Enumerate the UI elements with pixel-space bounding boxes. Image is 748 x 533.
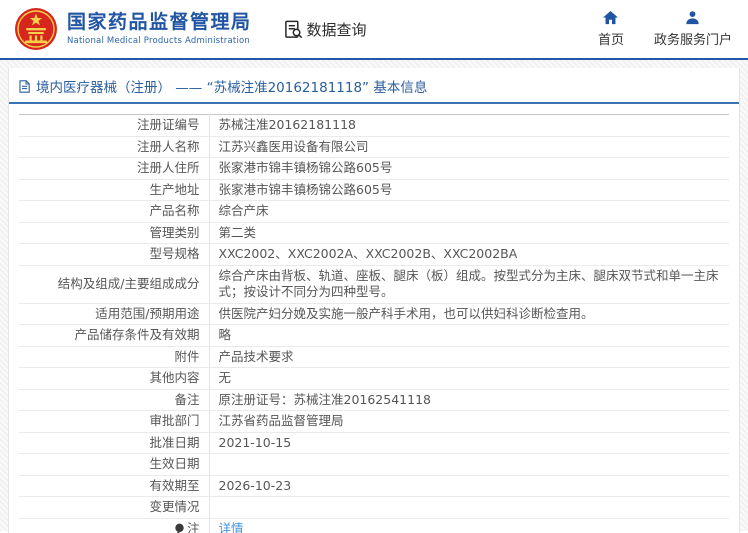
table-row: 注册证编号 苏械注准20162181118 bbox=[19, 114, 729, 137]
info-table-body: 注册证编号 苏械注准20162181118 注册人名称 江苏兴鑫医用设备有限公司… bbox=[19, 114, 729, 533]
row-value: 供医院产妇分娩及实施一般产科手术用，也可以供妇科诊断检查用。 bbox=[209, 303, 729, 325]
table-row: 附件 产品技术要求 bbox=[19, 346, 729, 368]
table-row: 生效日期 bbox=[19, 453, 729, 476]
row-value: 原注册证号：苏械注准20162541118 bbox=[209, 389, 729, 411]
header-nav: 首页 政务服务门户 bbox=[598, 10, 736, 48]
table-row: 适用范围/预期用途 供医院产妇分娩及实施一般产科手术用，也可以供妇科诊断检查用。 bbox=[19, 303, 729, 325]
row-value: 综合产床 bbox=[209, 200, 729, 223]
row-value: 无 bbox=[209, 367, 729, 390]
national-emblem-icon bbox=[15, 8, 57, 50]
row-label: 产品储存条件及有效期 bbox=[19, 324, 210, 347]
agency-name-en: National Medical Products Administration bbox=[67, 35, 250, 46]
row-value bbox=[209, 496, 729, 519]
search-document-icon bbox=[284, 20, 302, 38]
detail-panel: 境内医疗器械（注册） —— “苏械注准20162181118” 基本信息 注册证… bbox=[8, 68, 740, 533]
row-value: 2026-10-23 bbox=[209, 475, 729, 497]
nav-item-home[interactable]: 首页 bbox=[598, 10, 624, 48]
table-row: 产品储存条件及有效期 略 bbox=[19, 324, 729, 347]
table-row: 备注 原注册证号：苏械注准20162541118 bbox=[19, 389, 729, 411]
row-label: 管理类别 bbox=[19, 222, 210, 244]
row-label: 注 bbox=[19, 518, 210, 533]
row-value: 略 bbox=[209, 324, 729, 347]
page-title: 境内医疗器械（注册） —— “苏械注准20162181118” 基本信息 bbox=[36, 80, 428, 96]
user-icon bbox=[686, 11, 700, 25]
nav-home-label: 首页 bbox=[597, 33, 624, 48]
row-label: 附件 bbox=[19, 346, 210, 368]
nav-portal-label: 政务服务门户 bbox=[653, 33, 732, 48]
nav-item-portal[interactable]: 政务服务门户 bbox=[654, 10, 732, 48]
row-value: 2021-10-15 bbox=[209, 432, 729, 454]
comment-icon bbox=[175, 523, 184, 533]
row-value bbox=[209, 453, 729, 476]
table-row: 结构及组成/主要组成成分 综合产床由背板、轨道、座板、腿床（板）组成。按型式分为… bbox=[19, 265, 729, 304]
table-row: 注册人住所 张家港市锦丰镇杨锦公路605号 bbox=[19, 157, 729, 180]
home-icon bbox=[603, 10, 619, 25]
row-value: XXC2002、XXC2002A、XXC2002B、XXC2002BA bbox=[209, 243, 729, 266]
table-row: 批准日期 2021-10-15 bbox=[19, 432, 729, 454]
row-label: 结构及组成/主要组成成分 bbox=[19, 265, 210, 304]
info-table: 注册证编号 苏械注准20162181118 注册人名称 江苏兴鑫医用设备有限公司… bbox=[19, 114, 729, 533]
table-row: 型号规格 XXC2002、XXC2002A、XXC2002B、XXC2002BA bbox=[19, 243, 729, 266]
data-query-nav[interactable]: 数据查询 bbox=[284, 19, 367, 40]
row-label: 其他内容 bbox=[19, 367, 210, 390]
table-row: 有效期至 2026-10-23 bbox=[19, 475, 729, 497]
row-label: 注册人名称 bbox=[19, 136, 210, 158]
row-label: 批准日期 bbox=[19, 432, 210, 454]
row-label: 备注 bbox=[19, 389, 210, 411]
row-label: 有效期至 bbox=[19, 475, 210, 497]
row-value: 第二类 bbox=[209, 222, 729, 244]
row-label: 适用范围/预期用途 bbox=[19, 303, 210, 325]
table-row: 注册人名称 江苏兴鑫医用设备有限公司 bbox=[19, 136, 729, 158]
row-value: 详情 bbox=[209, 518, 729, 533]
site-header: 国家药品监督管理局 National Medical Products Admi… bbox=[0, 0, 748, 60]
row-label: 型号规格 bbox=[19, 243, 210, 266]
panel-title-bar: 境内医疗器械（注册） —— “苏械注准20162181118” 基本信息 bbox=[9, 68, 739, 104]
row-label: 审批部门 bbox=[19, 410, 210, 433]
info-table-wrap: 注册证编号 苏械注准20162181118 注册人名称 江苏兴鑫医用设备有限公司… bbox=[9, 104, 739, 533]
table-row: 变更情况 bbox=[19, 496, 729, 519]
row-value: 江苏省药品监督管理局 bbox=[209, 410, 729, 433]
table-row: 生产地址 张家港市锦丰镇杨锦公路605号 bbox=[19, 179, 729, 201]
row-label: 生产地址 bbox=[19, 179, 210, 201]
row-value: 苏械注准20162181118 bbox=[209, 114, 729, 137]
page-background: 境内医疗器械（注册） —— “苏械注准20162181118” 基本信息 注册证… bbox=[0, 60, 748, 533]
table-row: 产品名称 综合产床 bbox=[19, 200, 729, 223]
row-label: 生效日期 bbox=[19, 453, 210, 476]
row-value: 产品技术要求 bbox=[209, 346, 729, 368]
data-query-label: 数据查询 bbox=[306, 20, 367, 39]
nmpa-logo[interactable]: 国家药品监督管理局 National Medical Products Admi… bbox=[14, 7, 252, 51]
row-label: 产品名称 bbox=[19, 200, 210, 223]
table-row: 管理类别 第二类 bbox=[19, 222, 729, 244]
row-label: 变更情况 bbox=[19, 496, 210, 519]
table-row: 审批部门 江苏省药品监督管理局 bbox=[19, 410, 729, 433]
row-label: 注册证编号 bbox=[19, 114, 210, 137]
document-icon bbox=[19, 79, 30, 93]
row-label: 注册人住所 bbox=[19, 157, 210, 180]
agency-title-block: 国家药品监督管理局 National Medical Products Admi… bbox=[67, 11, 252, 46]
row-value: 综合产床由背板、轨道、座板、腿床（板）组成。按型式分为主床、腿床双节式和单一主床… bbox=[209, 265, 729, 304]
table-row: 注 详情 bbox=[19, 518, 729, 533]
row-value: 江苏兴鑫医用设备有限公司 bbox=[209, 136, 729, 158]
row-value: 张家港市锦丰镇杨锦公路605号 bbox=[209, 179, 729, 201]
agency-name: 国家药品监督管理局 bbox=[67, 11, 252, 34]
table-row: 其他内容 无 bbox=[19, 367, 729, 390]
detail-link[interactable]: 详情 bbox=[219, 521, 244, 533]
row-value: 张家港市锦丰镇杨锦公路605号 bbox=[209, 157, 729, 180]
